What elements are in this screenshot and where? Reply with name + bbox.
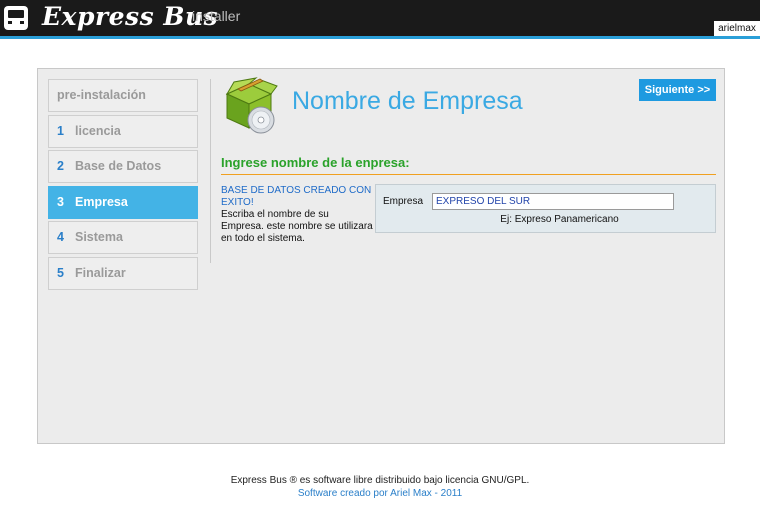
instructions-text: Escriba el nombre de su Empresa. este no… <box>221 209 373 244</box>
sidebar-item-finalizar[interactable]: 5 Finalizar <box>48 256 198 290</box>
step-number: 1 <box>57 123 64 138</box>
step-number: 3 <box>57 194 64 209</box>
license-text: Express Bus ® es software libre distribu… <box>230 475 530 486</box>
company-form: Empresa Ej: Expreso Panamericano <box>375 184 716 233</box>
section-heading: Ingrese nombre de la enpresa: <box>221 155 410 170</box>
sidebar-item-label: pre-instalación <box>57 88 146 102</box>
header-divider <box>0 36 760 39</box>
sidebar-item-base-de-datos[interactable]: 2 Base de Datos <box>48 150 198 183</box>
installer-panel: pre-instalación 1 licencia 2 Base de Datos… <box>37 68 725 444</box>
user-name: arielmax <box>714 21 760 36</box>
sidebar-item-label: Empresa <box>75 194 128 209</box>
sidebar-item-licencia[interactable]: 1 licencia <box>48 114 198 148</box>
next-button[interactable]: Siguiente >> <box>639 79 716 101</box>
steps-sidebar: pre-instalación 1 licencia 2 Base de Datos… <box>48 79 198 292</box>
page-title: Nombre de Empresa <box>292 87 523 115</box>
bus-icon <box>4 6 28 30</box>
step-number: 4 <box>57 230 64 244</box>
section-divider <box>221 174 716 175</box>
step-number: 2 <box>57 159 64 173</box>
top-bar: Express Bus installer arielmax <box>0 0 760 39</box>
software-package-icon <box>225 77 278 134</box>
credit-link[interactable]: Software creado por Ariel Max - 2011 <box>0 488 760 499</box>
status-message: BASE DE DATOS CREADO CON EXITO! <box>221 185 372 208</box>
brand-subtitle: installer <box>192 8 241 24</box>
sidebar-item-empresa[interactable]: 3 Empresa <box>48 185 198 219</box>
sidebar-divider <box>210 79 211 263</box>
sidebar-item-label: Finalizar <box>75 265 126 280</box>
sidebar-item-label: Sistema <box>75 230 123 244</box>
step-number: 5 <box>57 265 64 280</box>
info-text: BASE DE DATOS CREADO CON EXITO! Escriba … <box>221 185 373 245</box>
sidebar-item-label: licencia <box>75 123 121 138</box>
company-name-input[interactable] <box>432 193 674 210</box>
company-label: Empresa <box>383 196 424 207</box>
company-hint: Ej: Expreso Panamericano <box>500 214 619 225</box>
sidebar-item-label: Base de Datos <box>75 159 162 173</box>
sidebar-item-pre-instalacion[interactable]: pre-instalación <box>48 79 198 112</box>
sidebar-item-sistema[interactable]: 4 Sistema <box>48 221 198 254</box>
